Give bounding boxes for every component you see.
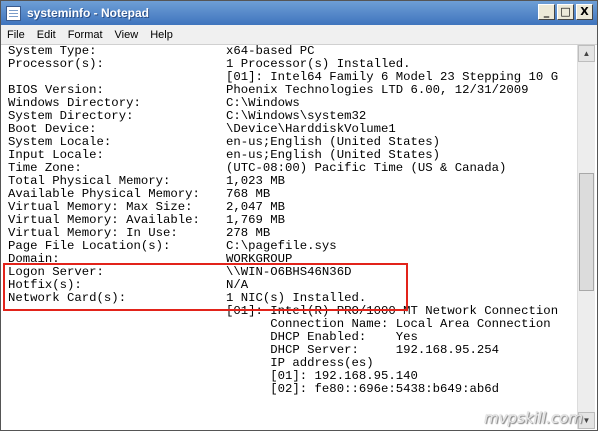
notepad-window: systeminfo - Notepad _ □ X File Edit For… — [0, 0, 598, 431]
window-title: systeminfo - Notepad — [27, 6, 150, 20]
text-editor-area[interactable]: System Type: x64-based PC Processor(s): 1 P… — [4, 45, 576, 429]
menu-bar: File Edit Format View Help — [1, 25, 597, 45]
text-line: Page File Location(s): C:\pagefile.sys — [8, 240, 576, 253]
notepad-icon — [6, 5, 21, 21]
maximize-button[interactable]: □ — [557, 4, 574, 20]
line-value: [02]: fe80::696e:5438:b649:ab6d — [226, 382, 500, 396]
watermark: mvpskill.com — [484, 409, 583, 427]
menu-edit[interactable]: Edit — [31, 29, 62, 41]
minimize-button[interactable]: _ — [538, 4, 555, 20]
menu-help[interactable]: Help — [144, 29, 179, 41]
line-label: Processor(s): — [8, 57, 104, 71]
scroll-up-arrow-icon[interactable]: ▲ — [578, 45, 595, 62]
title-bar[interactable]: systeminfo - Notepad _ □ X — [1, 1, 597, 25]
vertical-scrollbar[interactable]: ▲ ▼ — [577, 45, 595, 429]
scrollbar-thumb[interactable] — [579, 173, 594, 291]
close-button[interactable]: X — [576, 4, 593, 20]
menu-format[interactable]: Format — [62, 29, 109, 41]
menu-file[interactable]: File — [1, 29, 31, 41]
menu-view[interactable]: View — [109, 29, 145, 41]
text-line: [02]: fe80::696e:5438:b649:ab6d — [8, 383, 576, 396]
caption-buttons: _ □ X — [538, 4, 593, 20]
highlight-box — [3, 263, 408, 311]
